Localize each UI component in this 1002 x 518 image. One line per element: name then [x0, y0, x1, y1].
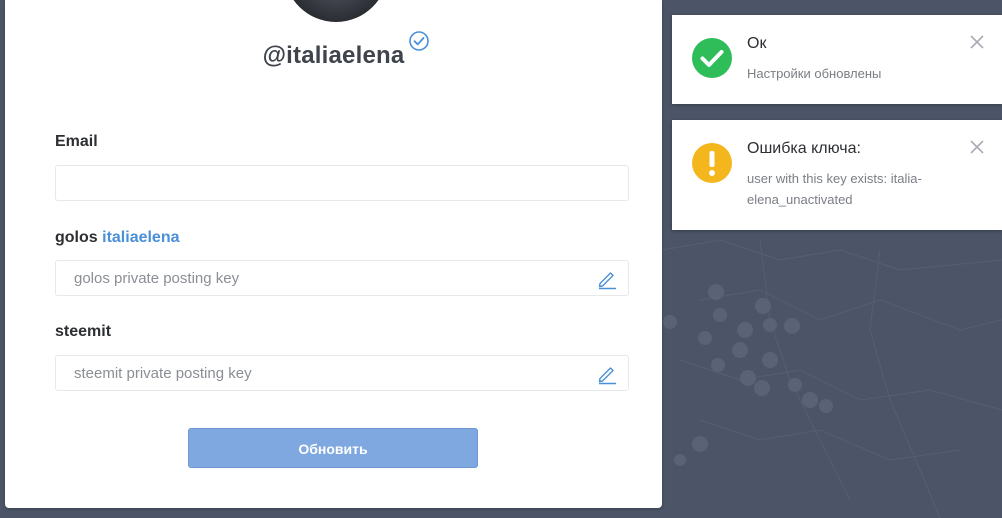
- toast-message: user with this key exists: italia-elena_…: [747, 171, 922, 207]
- steemit-key-placeholder: steemit private posting key: [74, 365, 252, 382]
- golos-key-placeholder: golos private posting key: [74, 270, 240, 287]
- check-circle-icon: [692, 38, 732, 78]
- close-icon[interactable]: [969, 139, 985, 155]
- avatar: [284, 0, 388, 22]
- golos-account-link[interactable]: italiaelena: [102, 229, 179, 246]
- golos-label-prefix: golos: [55, 229, 98, 246]
- pencil-icon[interactable]: [596, 268, 618, 290]
- profile-settings-card: @italiaelena Email golos italiaelena gol…: [5, 0, 662, 508]
- close-icon[interactable]: [969, 34, 985, 50]
- toast-success: Ок Настройки обновлены: [672, 15, 1002, 104]
- verified-icon: [409, 31, 430, 51]
- steemit-key-field[interactable]: steemit private posting key: [55, 355, 629, 391]
- toast-message: Настройки обновлены: [747, 66, 882, 81]
- exclamation-circle-icon: [692, 143, 732, 183]
- golos-key-field[interactable]: golos private posting key: [55, 260, 629, 296]
- toast-warning: Ошибка ключа: user with this key exists:…: [672, 120, 1002, 230]
- toast-title: Ошибка ключа:: [747, 140, 861, 157]
- update-button[interactable]: Обновить: [188, 428, 478, 468]
- steemit-label: steemit: [55, 323, 112, 340]
- golos-label: golos italiaelena: [55, 229, 180, 247]
- email-label: Email: [55, 133, 98, 150]
- username: @italiaelena: [262, 42, 405, 69]
- pencil-icon[interactable]: [596, 363, 618, 385]
- email-field[interactable]: [55, 165, 629, 201]
- username-row: @italiaelena: [5, 31, 662, 70]
- toast-title: Ок: [747, 35, 767, 52]
